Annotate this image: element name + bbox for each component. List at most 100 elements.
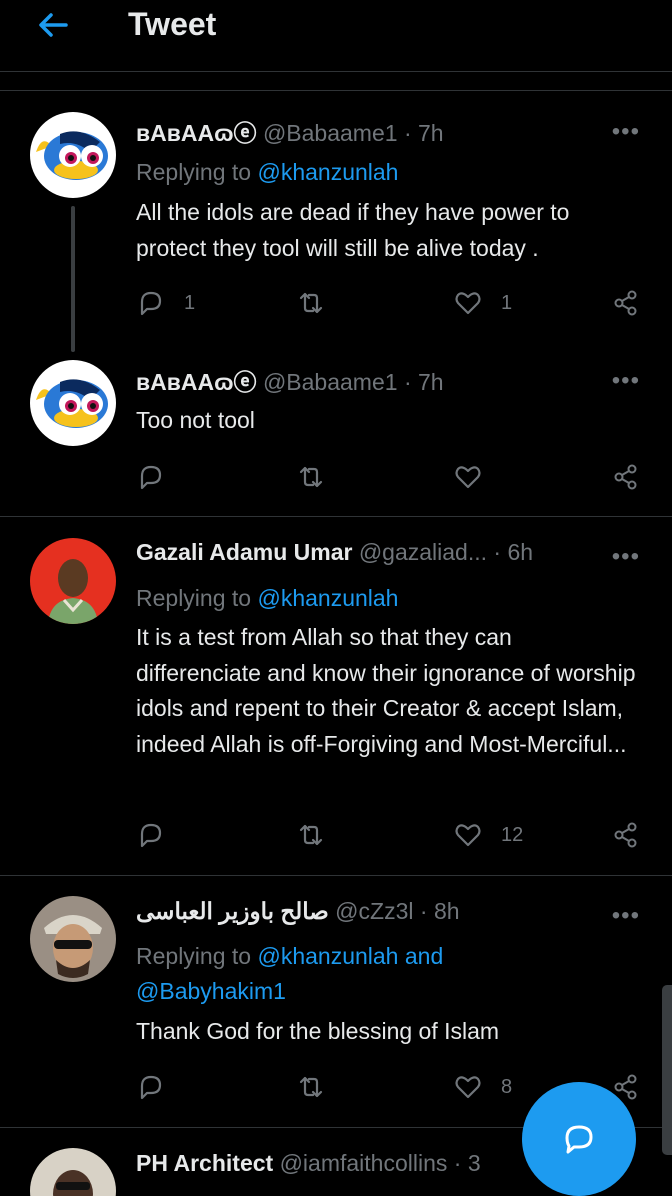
tweet-actions [0, 460, 672, 494]
profile-photo [30, 1148, 116, 1196]
share-button[interactable] [611, 286, 641, 320]
avatar[interactable] [30, 538, 116, 624]
tweet-text: Too not tool [136, 407, 255, 433]
share-icon [614, 464, 637, 490]
display-name[interactable]: Gazali Adamu Umar [136, 539, 352, 565]
separator-dot: · [403, 120, 412, 146]
tweet-header: Gazali Adamu Umar @gazaliad... · 6h [136, 539, 533, 571]
tweet-actions: 1 1 [0, 286, 672, 320]
like-button[interactable]: 1 [453, 286, 512, 320]
separator-dot: · [419, 898, 428, 924]
back-arrow-icon[interactable] [36, 8, 70, 42]
reply-button[interactable]: 1 [136, 286, 195, 320]
more-options-icon[interactable]: ••• [612, 902, 640, 930]
replying-to: Replying to @khanzunlah [136, 155, 398, 190]
fish-avatar-image [30, 360, 116, 446]
profile-photo [30, 538, 116, 624]
heart-icon [455, 1076, 481, 1099]
tweet-actions: 12 [0, 818, 672, 852]
retweet-button[interactable] [296, 818, 326, 852]
avatar[interactable] [30, 1148, 116, 1196]
replying-to: Replying to @khanzunlah [136, 581, 398, 616]
display-name[interactable]: PH Architect [136, 1150, 273, 1176]
user-handle[interactable]: @Babaame1 [263, 369, 398, 395]
like-button[interactable]: 8 [453, 1070, 512, 1104]
profile-photo [30, 896, 116, 982]
heart-icon [455, 824, 481, 847]
replying-label: Replying to [136, 585, 258, 611]
tweet-text: All the idols are dead if they have powe… [136, 199, 570, 261]
replying-to: Replying to @khanzunlah and @Babyhakim1 [136, 939, 443, 1009]
heart-icon [455, 292, 481, 315]
share-icon [614, 822, 637, 848]
fish-avatar-image [30, 112, 116, 198]
like-count: 12 [501, 823, 524, 846]
tweet-header: صالح باوزير العباسى @cZz3l · 8h [136, 898, 460, 930]
reply-button[interactable] [136, 818, 166, 852]
mention-link[interactable]: @khanzunlah [257, 159, 398, 185]
user-handle[interactable]: @iamfaithcollins [280, 1150, 448, 1176]
separator-dot: · [453, 1150, 462, 1176]
divider [0, 90, 672, 91]
user-handle[interactable]: @Babaame1 [263, 120, 398, 146]
retweet-icon [299, 824, 323, 846]
user-handle[interactable]: @gazaliad... [359, 539, 487, 565]
timestamp[interactable]: 3 [468, 1150, 481, 1176]
reply-bubble-icon [565, 1125, 593, 1154]
display-name[interactable]: صالح باوزير العباسى [136, 898, 329, 924]
divider [0, 516, 672, 517]
avatar[interactable] [30, 360, 116, 446]
reply-icon [140, 823, 162, 848]
retweet-button[interactable] [296, 286, 326, 320]
more-options-icon[interactable]: ••• [612, 543, 640, 571]
share-button[interactable] [611, 818, 641, 852]
divider [0, 875, 672, 876]
mention-link[interactable]: @Babyhakim1 [136, 978, 286, 1004]
like-button[interactable] [453, 460, 483, 494]
tweet-text: It is a test from Allah so that they can… [136, 624, 636, 757]
retweet-button[interactable] [296, 460, 326, 494]
reply-icon [140, 1075, 162, 1100]
scrollbar[interactable] [662, 985, 672, 1155]
timestamp[interactable]: 7h [418, 369, 444, 395]
reply-icon [140, 465, 162, 490]
more-options-icon[interactable]: ••• [612, 118, 640, 146]
reply-icon [140, 291, 162, 316]
tweet-text: Thank God for the blessing of Islam [136, 1018, 500, 1044]
timestamp[interactable]: 6h [507, 539, 533, 565]
display-name[interactable]: ʙAʙAAɷⓔ [136, 120, 257, 146]
retweet-icon [299, 292, 323, 314]
mention-link[interactable]: @khanzunlah and [257, 943, 443, 969]
user-handle[interactable]: @cZz3l [335, 898, 413, 924]
reply-count: 1 [184, 291, 196, 314]
retweet-icon [299, 1076, 323, 1098]
timestamp[interactable]: 8h [434, 898, 460, 924]
timestamp[interactable]: 7h [418, 120, 444, 146]
mention-link[interactable]: @khanzunlah [257, 585, 398, 611]
retweet-icon [299, 466, 323, 488]
tweet-header: PH Architect @iamfaithcollins · 3 [136, 1150, 481, 1182]
avatar[interactable] [30, 896, 116, 982]
share-icon [614, 290, 637, 316]
separator-dot: · [403, 369, 412, 395]
retweet-button[interactable] [296, 1070, 326, 1104]
like-count: 8 [501, 1075, 513, 1098]
tweet-header: ʙAʙAAɷⓔ @Babaame1 · 7h [136, 114, 444, 146]
reply-button[interactable] [136, 1070, 166, 1104]
page-title: Tweet [128, 6, 217, 42]
share-button[interactable] [611, 460, 641, 494]
like-count: 1 [501, 291, 513, 314]
replying-label: Replying to [136, 159, 258, 185]
display-name[interactable]: ʙAʙAAɷⓔ [136, 369, 257, 395]
heart-icon [455, 466, 481, 489]
avatar[interactable] [30, 112, 116, 198]
like-button[interactable]: 12 [453, 818, 523, 852]
reply-button[interactable] [136, 460, 166, 494]
separator-dot: · [493, 539, 502, 565]
thread-connector-line [71, 206, 75, 352]
top-app-bar: Tweet [0, 0, 672, 72]
more-options-icon[interactable]: ••• [612, 367, 640, 395]
compose-reply-button[interactable] [522, 1082, 636, 1196]
tweet-header: ʙAʙAAɷⓔ @Babaame1 · 7h [136, 363, 444, 395]
replying-label: Replying to [136, 943, 258, 969]
